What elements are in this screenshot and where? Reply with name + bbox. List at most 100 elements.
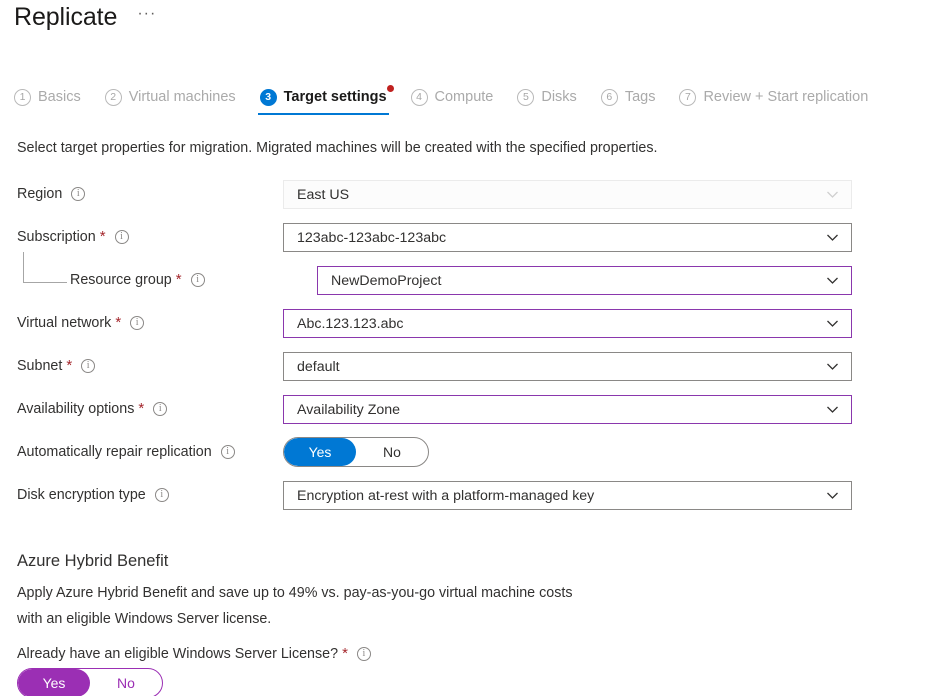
required-marker: * [342, 649, 348, 659]
tab-label: Review + Start replication [703, 88, 868, 106]
tab-label: Disks [541, 88, 576, 106]
target-settings-form: Region i East US Subscription * i 123abc… [0, 178, 935, 522]
tab-tags[interactable]: 6 Tags [589, 88, 668, 115]
availability-options-label-text: Availability options [17, 400, 134, 418]
license-question-label: Already have an eligible Windows Server … [17, 645, 371, 663]
subnet-value: default [297, 358, 826, 376]
hybrid-benefit-line2: with an eligible Windows Server license. [17, 606, 572, 632]
virtual-network-label: Virtual network * i [17, 314, 144, 332]
resource-group-label-text: Resource group [70, 271, 172, 289]
tab-disks[interactable]: 5 Disks [505, 88, 588, 115]
replicate-wizard-page: Replicate ··· 1 Basics 2 Virtual machine… [0, 0, 935, 696]
info-icon[interactable]: i [71, 187, 85, 201]
info-icon[interactable]: i [115, 230, 129, 244]
hybrid-benefit-title-text: Azure Hybrid Benefit [17, 550, 168, 572]
region-label: Region i [17, 185, 85, 203]
required-marker: * [100, 232, 106, 242]
field-row-virtual-network: Virtual network * i Abc.123.123.abc [0, 307, 935, 350]
license-question-text: Already have an eligible Windows Server … [17, 645, 338, 663]
hybrid-benefit-line1: Apply Azure Hybrid Benefit and save up t… [17, 580, 572, 606]
tab-number: 1 [14, 89, 31, 106]
tab-label: Basics [38, 88, 81, 106]
auto-repair-label-text: Automatically repair replication [17, 443, 212, 461]
required-marker: * [176, 275, 182, 285]
required-marker: * [66, 361, 72, 371]
field-row-subscription: Subscription * i 123abc-123abc-123abc [0, 221, 935, 264]
disk-encryption-dropdown[interactable]: Encryption at-rest with a platform-manag… [283, 481, 852, 510]
subscription-dropdown[interactable]: 123abc-123abc-123abc [283, 223, 852, 252]
tab-number: 7 [679, 89, 696, 106]
info-icon[interactable]: i [130, 316, 144, 330]
auto-repair-label: Automatically repair replication i [17, 443, 235, 461]
subnet-dropdown[interactable]: default [283, 352, 852, 381]
chevron-down-icon [826, 231, 839, 244]
disk-encryption-label: Disk encryption type i [17, 486, 169, 504]
required-marker: * [115, 318, 121, 328]
hybrid-benefit-description: Apply Azure Hybrid Benefit and save up t… [17, 580, 572, 632]
tab-label: Target settings [284, 88, 387, 106]
disk-encryption-value: Encryption at-rest with a platform-manag… [297, 487, 826, 505]
virtual-network-dropdown[interactable]: Abc.123.123.abc [283, 309, 852, 338]
tab-alert-badge [387, 85, 394, 92]
info-icon[interactable]: i [81, 359, 95, 373]
disk-encryption-label-text: Disk encryption type [17, 486, 146, 504]
subnet-label: Subnet * i [17, 357, 95, 375]
field-row-subnet: Subnet * i default [0, 350, 935, 393]
availability-options-label: Availability options * i [17, 400, 167, 418]
subscription-value: 123abc-123abc-123abc [297, 229, 826, 247]
tab-basics[interactable]: 1 Basics [14, 88, 93, 115]
license-no-option[interactable]: No [90, 669, 162, 696]
tab-virtual-machines[interactable]: 2 Virtual machines [93, 88, 248, 115]
chevron-down-icon [826, 274, 839, 287]
page-header: Replicate ··· [14, 2, 160, 32]
region-value: East US [297, 186, 826, 204]
resource-group-dropdown[interactable]: NewDemoProject [317, 266, 852, 295]
resource-group-label: Resource group * i [70, 271, 205, 289]
tab-number: 6 [601, 89, 618, 106]
subnet-label-text: Subnet [17, 357, 62, 375]
license-toggle[interactable]: Yes No [17, 668, 163, 696]
tab-number: 2 [105, 89, 122, 106]
subscription-label: Subscription * i [17, 228, 129, 246]
chevron-down-icon [826, 188, 839, 201]
auto-repair-no-option[interactable]: No [356, 438, 428, 466]
chevron-down-icon [826, 360, 839, 373]
field-row-resource-group: Resource group * i NewDemoProject [0, 264, 935, 307]
chevron-down-icon [826, 317, 839, 330]
availability-options-dropdown[interactable]: Availability Zone [283, 395, 852, 424]
region-dropdown[interactable]: East US [283, 180, 852, 209]
auto-repair-toggle[interactable]: Yes No [283, 437, 429, 467]
virtual-network-label-text: Virtual network [17, 314, 111, 332]
availability-options-value: Availability Zone [297, 401, 826, 419]
hybrid-benefit-title: Azure Hybrid Benefit [17, 550, 168, 572]
chevron-down-icon [826, 403, 839, 416]
wizard-tabs: 1 Basics 2 Virtual machines 3 Target set… [14, 88, 935, 115]
info-icon[interactable]: i [155, 488, 169, 502]
tab-label: Virtual machines [129, 88, 236, 106]
info-icon[interactable]: i [153, 402, 167, 416]
page-description: Select target properties for migration. … [17, 138, 658, 158]
tab-target-settings[interactable]: 3 Target settings [248, 88, 399, 115]
chevron-down-icon [826, 489, 839, 502]
field-row-availability-options: Availability options * i Availability Zo… [0, 393, 935, 436]
tree-connector [23, 252, 67, 283]
auto-repair-yes-option[interactable]: Yes [284, 438, 356, 466]
license-question-row: Already have an eligible Windows Server … [17, 645, 371, 663]
resource-group-value: NewDemoProject [331, 272, 826, 290]
info-icon[interactable]: i [357, 647, 371, 661]
tab-review-start-replication[interactable]: 7 Review + Start replication [667, 88, 880, 115]
page-title: Replicate [14, 2, 117, 32]
more-actions-icon[interactable]: ··· [133, 5, 160, 29]
required-marker: * [138, 404, 144, 414]
info-icon[interactable]: i [191, 273, 205, 287]
tab-label: Compute [435, 88, 494, 106]
region-label-text: Region [17, 185, 62, 203]
tab-label: Tags [625, 88, 656, 106]
license-yes-option[interactable]: Yes [18, 669, 90, 696]
info-icon[interactable]: i [221, 445, 235, 459]
tab-number: 5 [517, 89, 534, 106]
virtual-network-value: Abc.123.123.abc [297, 315, 826, 333]
field-row-region: Region i East US [0, 178, 935, 221]
tab-compute[interactable]: 4 Compute [399, 88, 506, 115]
tab-number: 3 [260, 89, 277, 106]
